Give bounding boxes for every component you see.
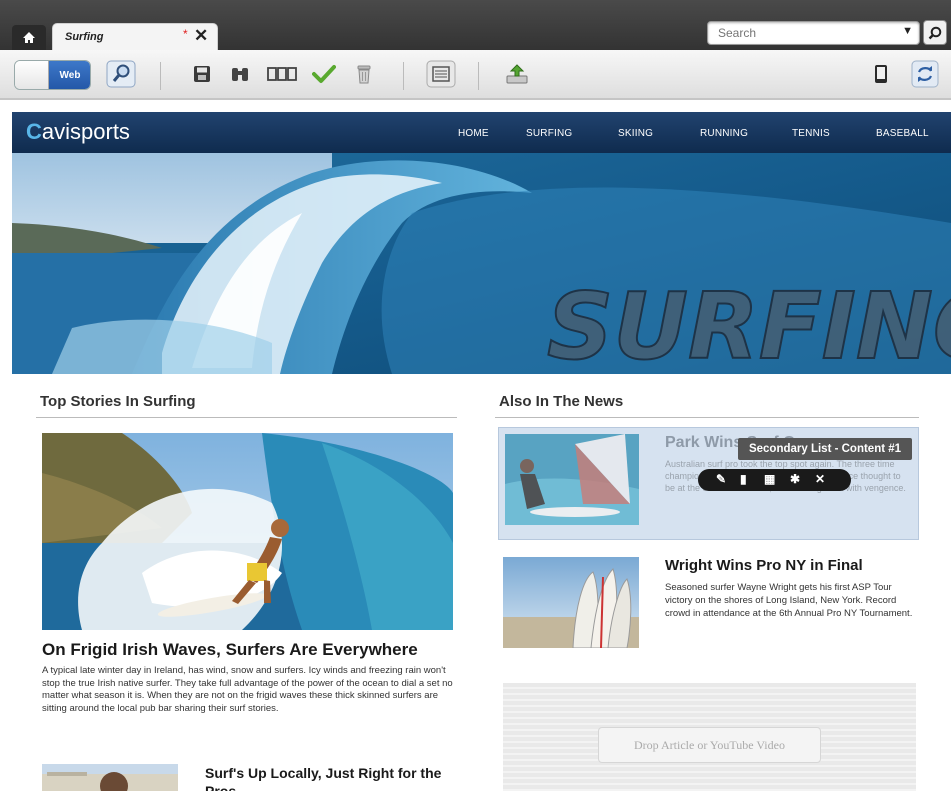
publish-button[interactable] <box>502 59 532 89</box>
news-item-body: Seasoned surfer Wayne Wright gets his fi… <box>665 582 913 619</box>
top-stories-heading: Top Stories In Surfing <box>40 393 196 410</box>
search-button[interactable] <box>923 20 947 45</box>
logo-suffix: sports <box>70 119 130 144</box>
news-item-title[interactable]: Wright Wins Pro NY in Final <box>665 557 863 574</box>
device-preview-button[interactable] <box>868 59 894 89</box>
avisports-logo[interactable]: Cavisports <box>26 119 130 145</box>
second-story-image[interactable] <box>42 764 178 791</box>
content-edit-toolbar: ✎ ▮ ▦ ✱ ✕ <box>698 469 851 491</box>
hero-title: SURFING <box>547 273 951 374</box>
web-mode-label: Web <box>49 61 90 89</box>
second-story-title[interactable]: Surf's Up Locally, Just Right for the Pr… <box>205 764 455 791</box>
search-icon <box>928 26 942 39</box>
save-icon <box>194 66 210 82</box>
approve-button[interactable] <box>309 59 339 89</box>
toggle-knob <box>15 61 49 89</box>
settings-icon[interactable]: ✱ <box>790 472 800 486</box>
nav-skiing[interactable]: SKIING <box>618 128 653 139</box>
layout-button[interactable] <box>265 59 299 89</box>
clear-icon[interactable]: ▮ <box>740 472 747 486</box>
site-navigation: Cavisports HOME SURFING SKIING RUNNING T… <box>12 112 951 153</box>
nav-tennis[interactable]: TENNIS <box>792 128 830 139</box>
home-button[interactable] <box>12 25 46 50</box>
remove-icon[interactable]: ✕ <box>815 472 825 486</box>
news-item-image[interactable] <box>503 557 639 648</box>
feature-story-image[interactable] <box>42 433 453 630</box>
toolbar-separator <box>403 62 404 90</box>
also-news-divider <box>495 417 919 418</box>
top-stories-divider <box>36 417 457 418</box>
page-button[interactable] <box>424 59 458 89</box>
page-icon <box>426 60 456 88</box>
hero-wave-image: SURFING <box>12 153 951 374</box>
home-icon <box>23 32 35 43</box>
close-tab-icon[interactable]: ✕ <box>194 27 208 45</box>
cms-top-bar: Surfing * ✕ ▼ <box>0 0 951 50</box>
content-drop-zone[interactable]: Drop Article or YouTube Video <box>503 683 916 791</box>
preview-icon <box>106 60 136 88</box>
find-button[interactable] <box>227 59 253 89</box>
check-icon <box>312 65 336 83</box>
sync-icon <box>911 60 939 88</box>
web-mode-toggle[interactable]: Web <box>14 60 91 90</box>
logo-prefix: avi <box>41 119 71 144</box>
find-icon <box>232 68 248 81</box>
also-news-heading: Also In The News <box>499 393 624 410</box>
publish-icon <box>506 64 528 84</box>
news-item-image <box>505 434 639 525</box>
toolbar-separator <box>160 62 161 90</box>
edit-icon[interactable]: ✎ <box>716 472 726 486</box>
device-icon <box>875 65 887 83</box>
layout-icon <box>267 67 297 81</box>
document-tab[interactable]: Surfing * ✕ <box>52 23 218 50</box>
document-tab-title: Surfing <box>65 31 104 43</box>
search-input[interactable] <box>708 22 888 44</box>
save-button[interactable] <box>189 59 215 89</box>
delete-button[interactable] <box>351 59 377 89</box>
drop-zone-button[interactable]: Drop Article or YouTube Video <box>598 727 821 763</box>
logo-swirl-icon: C <box>26 119 42 144</box>
nav-running[interactable]: RUNNING <box>700 128 748 139</box>
cms-toolbar: Web <box>0 50 951 100</box>
template-icon[interactable]: ▦ <box>764 472 775 486</box>
nav-home[interactable]: HOME <box>458 128 489 139</box>
feature-story-body: A typical late winter day in Ireland, ha… <box>42 665 453 714</box>
delete-icon <box>357 65 371 84</box>
search-box: ▼ <box>707 21 920 45</box>
toolbar-separator <box>478 62 479 90</box>
search-dropdown-icon[interactable]: ▼ <box>902 25 913 37</box>
hero-banner: SURFING <box>12 153 951 374</box>
nav-surfing[interactable]: SURFING <box>526 128 572 139</box>
nav-baseball[interactable]: BASEBALL <box>876 128 929 139</box>
content-slot-tooltip: Secondary List - Content #1 <box>738 438 912 460</box>
preview-button[interactable] <box>104 59 138 89</box>
feature-story-title[interactable]: On Frigid Irish Waves, Surfers Are Every… <box>42 640 418 660</box>
unsaved-indicator: * <box>183 27 188 41</box>
sync-button[interactable] <box>910 59 940 89</box>
